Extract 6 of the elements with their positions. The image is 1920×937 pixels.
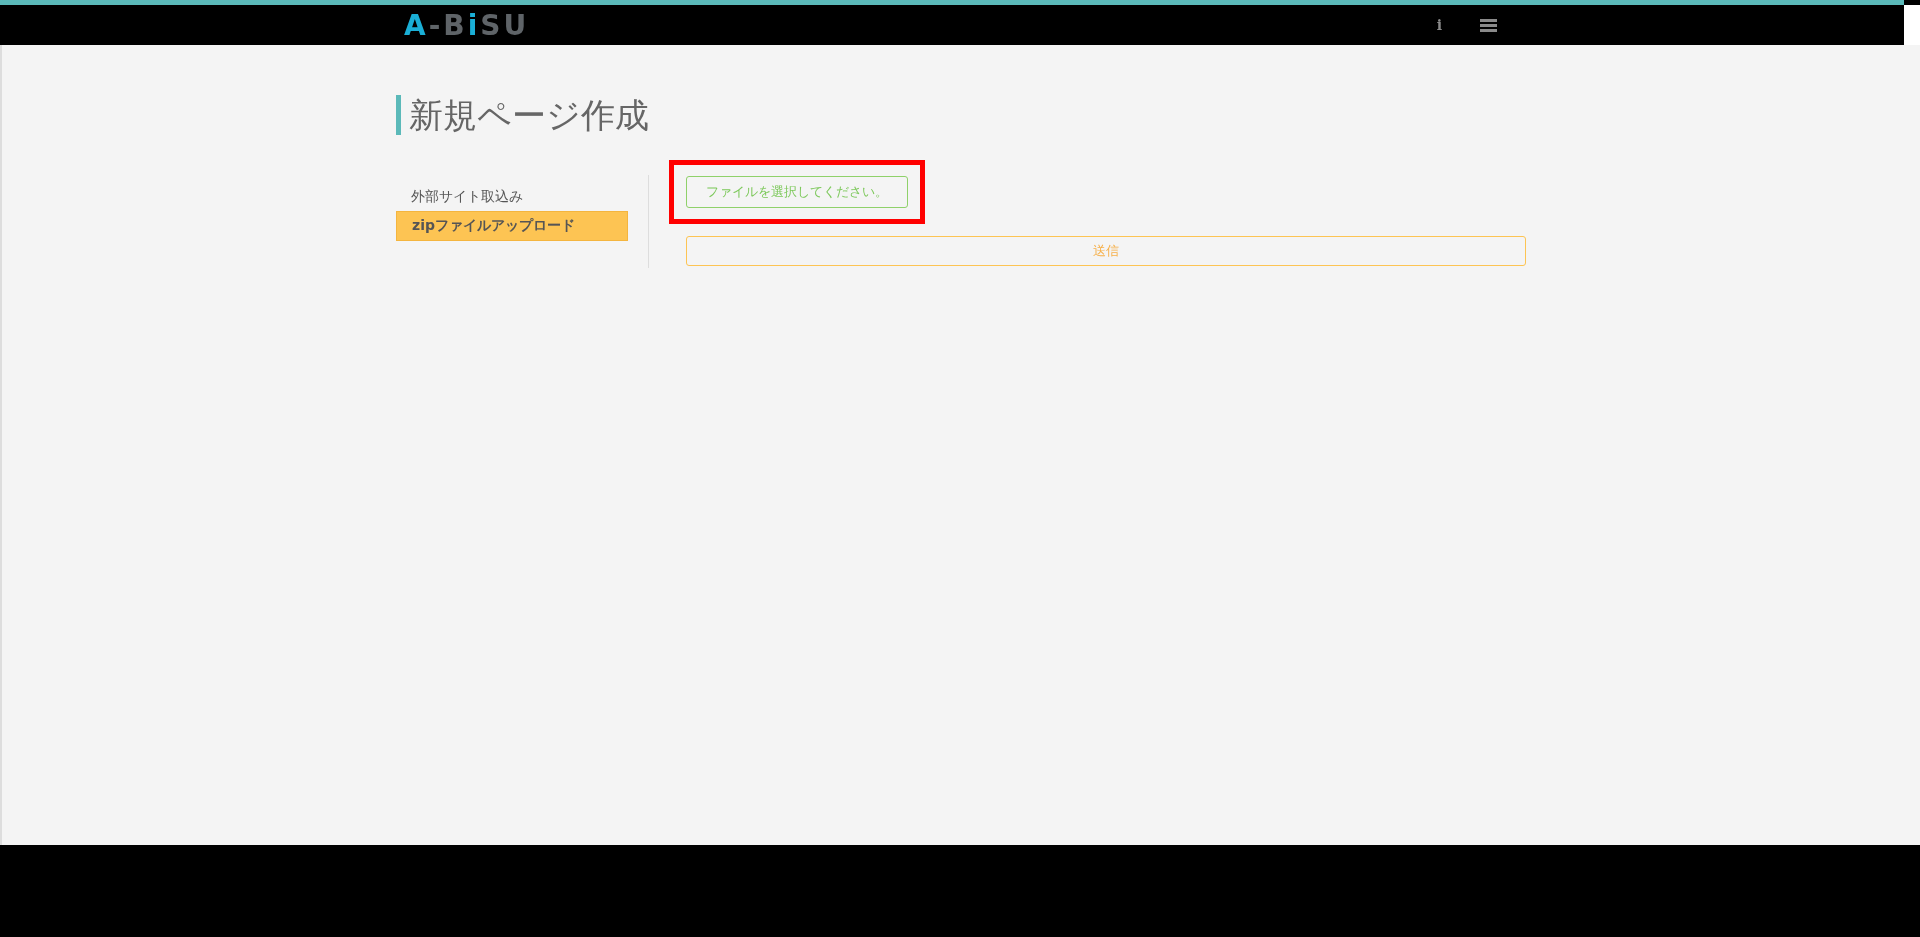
sidebar-item[interactable]: 外部サイト取込み [396,183,628,211]
menu-icon[interactable] [1480,18,1497,32]
logo[interactable]: A-B i SU [404,8,530,42]
sidebar-item[interactable]: zipファイルアップロード [396,211,628,241]
info-icon[interactable]: i [1436,17,1442,33]
page-title: 新規ページ作成 [396,95,1526,135]
